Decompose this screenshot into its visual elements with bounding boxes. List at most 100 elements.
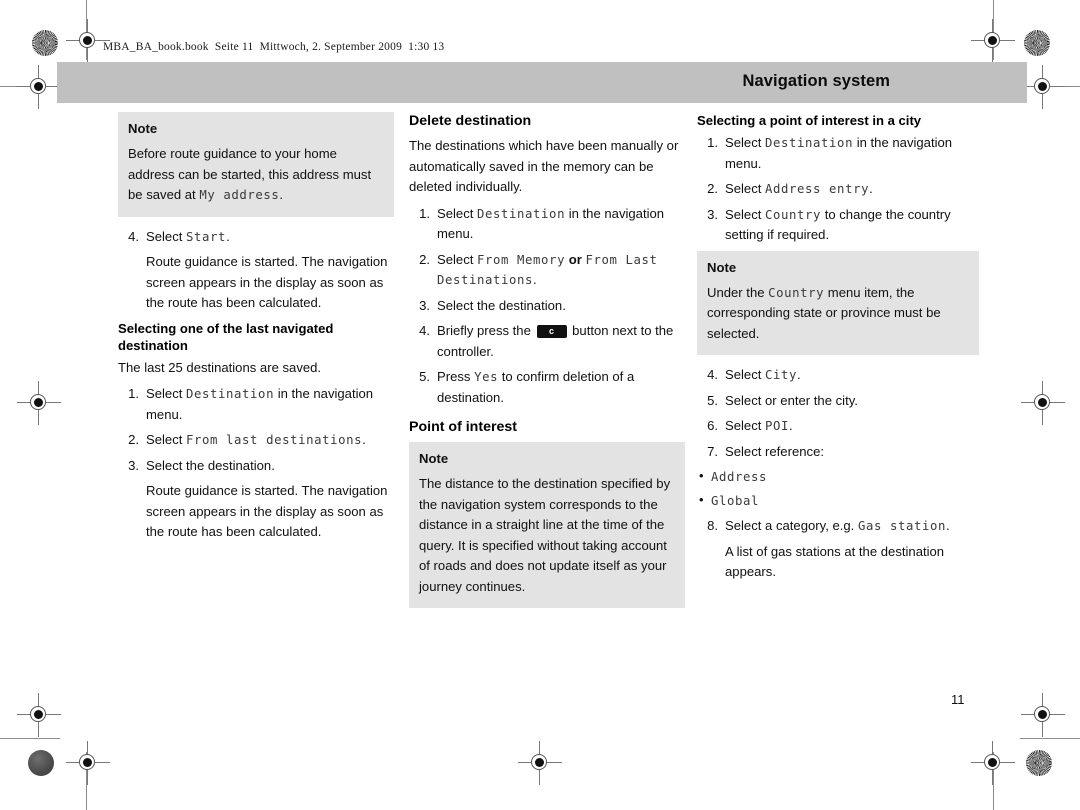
- list-item: 3. Select Country to change the country s…: [697, 205, 979, 246]
- note-box-home-address: Note Before route guidance to your home …: [118, 112, 394, 217]
- list-item: 2. Select From Memory or From Last Destin…: [409, 250, 685, 291]
- list-item: 3. Select the destination.: [118, 456, 394, 477]
- registration-target: [971, 741, 1015, 785]
- step-text-prefix: Select: [146, 228, 187, 244]
- menu-item-city: City: [765, 368, 798, 382]
- registration-target: [518, 741, 562, 785]
- registration-target: [17, 693, 61, 737]
- step-number: 1.: [707, 135, 718, 150]
- step-number: 1.: [419, 205, 430, 221]
- note-title: Note: [419, 451, 449, 466]
- list-item: 2. Select Address entry.: [697, 179, 979, 200]
- step-list-last-destinations: 1. Select Destination in the navigation m…: [118, 384, 394, 476]
- list-item: 2. Select From last destinations.: [118, 430, 394, 451]
- step-text-prefix: Select: [725, 206, 766, 222]
- list-item: Global: [697, 490, 979, 512]
- list-item: Address: [697, 466, 979, 488]
- crop-mark-line: [1020, 738, 1080, 739]
- menu-item-address: Address: [711, 470, 768, 484]
- step-text-prefix: Select: [725, 135, 766, 150]
- page-title: Navigation system: [742, 72, 890, 90]
- step-result-text: Route guidance is started. The navigatio…: [146, 483, 388, 539]
- intro-text-delete-destination: The destinations which have been manuall…: [409, 138, 679, 194]
- registration-target: [17, 65, 61, 109]
- step-text-conjunction: or: [565, 251, 586, 267]
- step-text-prefix: Select: [725, 181, 766, 196]
- menu-item-yes: Yes: [474, 370, 499, 384]
- step-number: 4.: [128, 228, 139, 244]
- step-text-suffix: .: [946, 518, 950, 533]
- step-number: 2.: [707, 181, 718, 196]
- list-item: 7. Select reference:: [697, 442, 979, 463]
- menu-item-gas-station: Gas station: [857, 519, 947, 533]
- step-text-prefix: Select: [725, 418, 766, 433]
- step-number: 5.: [419, 369, 430, 384]
- menu-item-poi: POI: [765, 419, 790, 433]
- list-item: 6. Select POI.: [697, 416, 979, 437]
- step-text-suffix: .: [797, 367, 801, 382]
- list-item: 1. Select Destination in the navigation m…: [697, 133, 979, 174]
- step-text-prefix: Select: [437, 205, 478, 221]
- step-text-prefix: Select: [725, 367, 766, 382]
- registration-target: [66, 741, 110, 785]
- subheading-poi-in-city: Selecting a point of interest in a city: [697, 113, 922, 128]
- note-box-country: Note Under the Country menu item, the co…: [697, 250, 979, 355]
- menu-item-country: Country: [765, 207, 822, 222]
- step-number: 1.: [128, 386, 139, 401]
- note-body: Under the Country menu item, the corresp…: [707, 283, 969, 345]
- reference-options-list: Address Global: [697, 466, 979, 512]
- step-text-prefix: Select a category, e.g.: [725, 518, 855, 533]
- step-number: 4.: [707, 367, 718, 382]
- step-list-delete-destination: 1. Select Destination in the navigation m…: [409, 204, 685, 409]
- list-item: 4. Select Start.: [118, 227, 394, 248]
- step-text-prefix: Select reference:: [725, 443, 824, 459]
- step-text-suffix: .: [869, 181, 873, 196]
- registration-target: [17, 381, 61, 425]
- column-three: Selecting a point of interest in a city …: [697, 112, 979, 589]
- step-number: 8.: [707, 518, 718, 533]
- menu-item-my-address: My address: [199, 188, 280, 202]
- step-text-prefix: Select: [146, 432, 187, 447]
- step-number: 5.: [707, 392, 718, 408]
- heading-point-of-interest: Point of interest: [409, 419, 517, 435]
- halftone-patch: [1024, 30, 1050, 56]
- step-text-prefix: Select the destination.: [146, 457, 275, 473]
- step-text-suffix: .: [362, 432, 366, 447]
- menu-item-global: Global: [711, 493, 760, 508]
- list-item: 5. Press Yes to confirm deletion of a des…: [409, 367, 685, 408]
- note-body: The distance to the destination specifie…: [419, 476, 671, 594]
- menu-item-address-entry: Address entry: [765, 182, 870, 196]
- file-header-stamp: MBA_BA_book.book Seite 11 Mittwoch, 2. S…: [103, 41, 445, 53]
- halftone-patch: [32, 30, 58, 56]
- list-item: 3. Select the destination.: [409, 296, 685, 317]
- note-line-3-suffix: .: [279, 187, 284, 202]
- step-result-text: A list of gas stations at the destinatio…: [725, 543, 945, 580]
- step-text-prefix: Select: [146, 386, 187, 401]
- subheading-last-navigated: Selecting one of the last navigated dest…: [118, 320, 334, 353]
- step-number: 4.: [419, 323, 430, 338]
- step-text-prefix: Select: [437, 251, 478, 267]
- step-list-category: 8. Select a category, e.g. Gas station.: [697, 516, 979, 537]
- note-body: Before route guidance to your home addre…: [128, 144, 384, 206]
- registration-target: [1021, 693, 1065, 737]
- list-item: 4. Select City.: [697, 365, 979, 386]
- page-number: 11: [951, 692, 965, 707]
- column-two: Delete destination The destinations whic…: [409, 112, 685, 618]
- step-number: 7.: [707, 443, 718, 459]
- list-item: 1. Select Destination in the navigation m…: [118, 384, 394, 425]
- note-box-distance: Note The distance to the destination spe…: [409, 442, 685, 608]
- list-item: 4. Briefly press the c button next to the…: [409, 321, 685, 362]
- note-line-1: Before route guidance to your home: [128, 146, 337, 161]
- step-text-suffix: .: [533, 272, 537, 287]
- menu-item-destination: Destination: [477, 206, 566, 221]
- note-text-prefix: Under the: [707, 284, 769, 300]
- step-text-suffix: .: [226, 228, 230, 244]
- heading-delete-destination: Delete destination: [409, 113, 532, 129]
- menu-item-start: Start: [186, 229, 227, 244]
- step-number: 6.: [707, 418, 718, 433]
- registration-target: [1021, 381, 1065, 425]
- note-title: Note: [128, 121, 158, 136]
- list-item: 1. Select Destination in the navigation m…: [409, 204, 685, 245]
- step-list-poi-bottom: 4. Select City. 5. Select or enter the cit…: [697, 365, 979, 462]
- menu-item-destination: Destination: [765, 136, 854, 150]
